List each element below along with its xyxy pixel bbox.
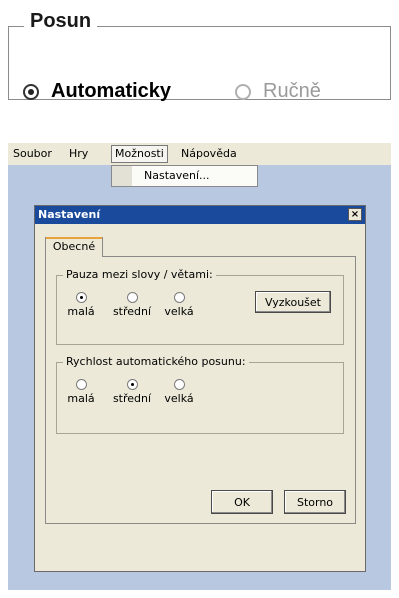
speed-radio-mala-label: malá <box>67 392 95 405</box>
tab-obecne[interactable]: Obecné <box>45 237 103 257</box>
dialog-titlebar: Nastavení × <box>35 206 365 224</box>
moznosti-dropdown: Nastavení... <box>111 165 258 187</box>
speed-radio-stredni-label: střední <box>112 392 152 405</box>
radio-rucne-label: Ručně <box>263 80 321 102</box>
menu-napoveda[interactable]: Nápověda <box>178 146 240 162</box>
pause-groupbox: Pauza mezi slovy / větami: malá střední … <box>56 268 344 345</box>
menu-item-nastaveni[interactable]: Nastavení... <box>144 169 210 182</box>
try-button[interactable]: Vyzkoušet <box>255 291 331 313</box>
speed-radio-velka[interactable]: velká <box>159 379 199 405</box>
posun-groupbox-zoomed: Automaticky Ručně <box>8 26 391 103</box>
menu-hry[interactable]: Hry <box>66 146 91 162</box>
radio-unselected-icon <box>173 292 185 303</box>
radio-selected-icon <box>23 83 39 100</box>
dialog-title: Nastavení <box>38 208 101 221</box>
app-screenshot: Soubor Hry Možnosti Nápověda Nastavení..… <box>8 143 391 590</box>
cancel-button[interactable]: Storno <box>284 490 346 514</box>
menu-moznosti[interactable]: Možnosti <box>111 145 168 163</box>
speed-radio-stredni[interactable]: střední <box>109 379 155 405</box>
settings-dialog: Nastavení × Obecné Pauza mezi slovy / vě… <box>34 205 366 572</box>
pause-radio-stredni[interactable]: střední <box>109 292 155 318</box>
radio-unselected-icon <box>126 292 138 303</box>
speed-legend: Rychlost automatického posunu: <box>63 355 249 368</box>
radio-unselected-icon <box>173 379 185 390</box>
radio-rucne[interactable]: Ručně <box>235 80 321 103</box>
radio-automaticky-label: Automaticky <box>51 80 172 102</box>
radio-selected-icon <box>126 379 138 390</box>
pause-legend: Pauza mezi slovy / větami: <box>63 268 216 281</box>
radio-disabled-icon <box>235 83 251 100</box>
radio-unselected-icon <box>75 379 87 390</box>
pause-radio-velka[interactable]: velká <box>159 292 199 318</box>
speed-groupbox: Rychlost automatického posunu: malá stře… <box>56 355 344 434</box>
menu-bar: Soubor Hry Možnosti Nápověda <box>8 143 391 165</box>
speed-radio-velka-label: velká <box>164 392 194 405</box>
pause-radio-mala[interactable]: malá <box>61 292 101 318</box>
speed-radio-mala[interactable]: malá <box>61 379 101 405</box>
radio-automaticky[interactable]: Automaticky <box>23 80 171 103</box>
pause-radio-stredni-label: střední <box>112 305 152 318</box>
radio-selected-icon <box>75 292 87 303</box>
close-icon[interactable]: × <box>348 208 362 221</box>
pause-radio-velka-label: velká <box>164 305 194 318</box>
posun-legend: Posun <box>24 10 98 33</box>
ok-button[interactable]: OK <box>211 490 273 514</box>
tab-panel-obecne: Pauza mezi slovy / větami: malá střední … <box>45 256 356 524</box>
pause-radio-mala-label: malá <box>67 305 95 318</box>
menu-soubor[interactable]: Soubor <box>10 146 55 162</box>
